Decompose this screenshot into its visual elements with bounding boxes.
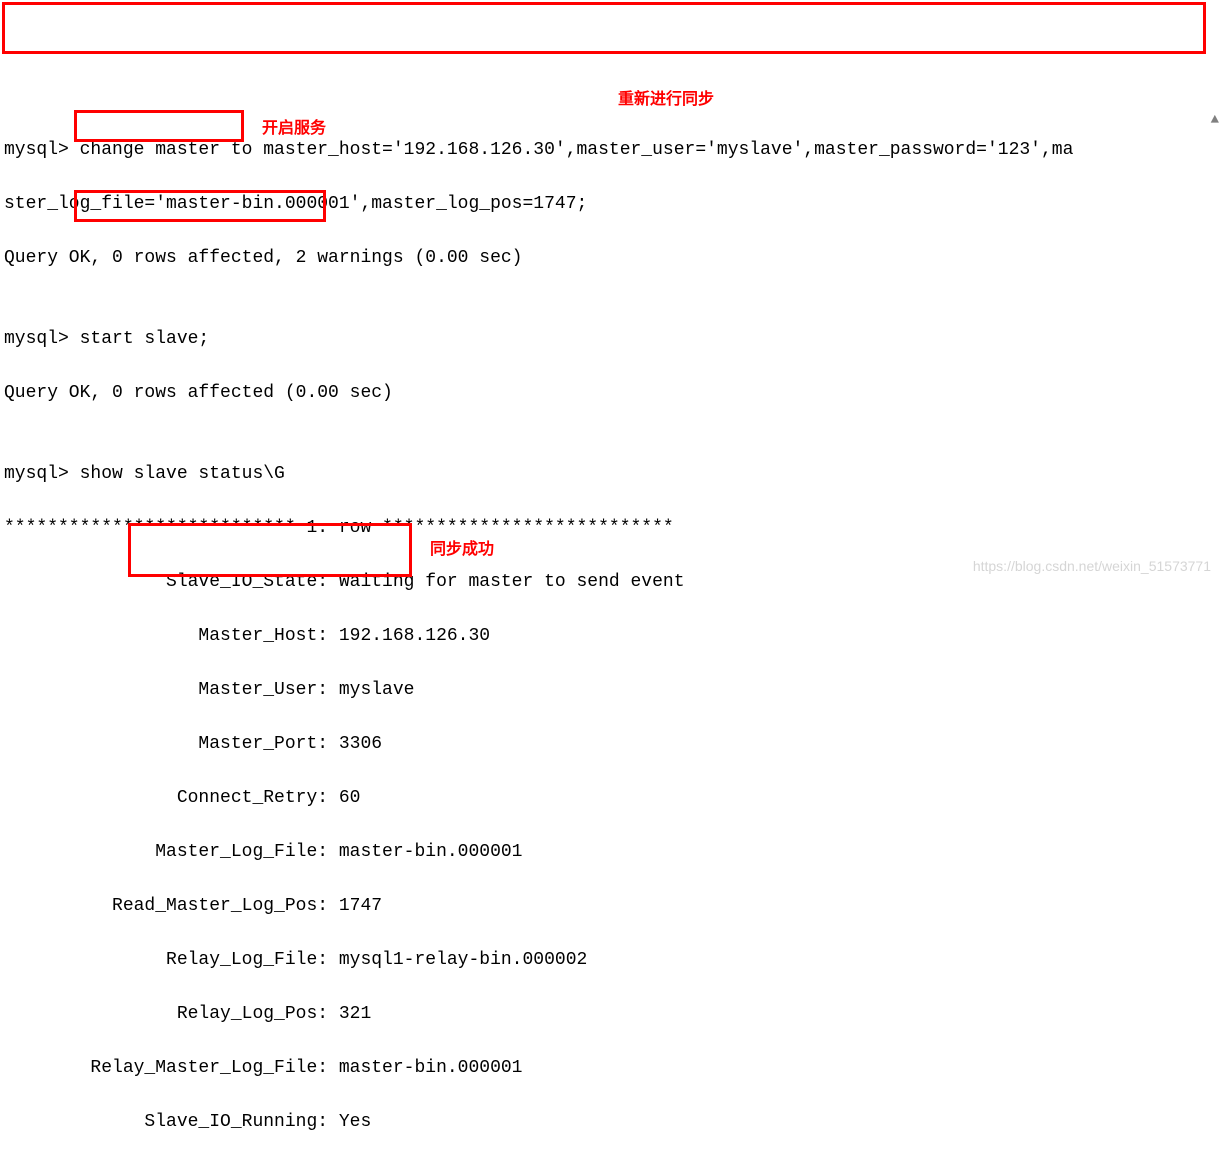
status-master-host: Master_Host: 192.168.126.30 xyxy=(4,623,1217,650)
cmd-change-master-line1: mysql> change master to master_host='192… xyxy=(4,137,1217,164)
result-change-master: Query OK, 0 rows affected, 2 warnings (0… xyxy=(4,245,1217,272)
result-start-slave: Query OK, 0 rows affected (0.00 sec) xyxy=(4,380,1217,407)
annotation-start-service: 开启服务 xyxy=(262,117,326,141)
status-connect-retry: Connect_Retry: 60 xyxy=(4,785,1217,812)
status-relay-log-file: Relay_Log_File: mysql1-relay-bin.000002 xyxy=(4,947,1217,974)
cmd-show-slave-status: mysql> show slave status\G xyxy=(4,461,1217,488)
status-relay-log-pos: Relay_Log_Pos: 321 xyxy=(4,1001,1217,1028)
highlight-box-change-master xyxy=(2,2,1206,54)
scroll-up-icon[interactable]: ▲ xyxy=(1211,110,1219,131)
annotation-sync-success: 同步成功 xyxy=(430,538,494,562)
status-relay-master-log-file: Relay_Master_Log_File: master-bin.000001 xyxy=(4,1055,1217,1082)
status-slave-sql-running: Slave_SQL_Running: Yes xyxy=(4,1163,1217,1166)
status-master-port: Master_Port: 3306 xyxy=(4,731,1217,758)
cmd-change-master-line2: ster_log_file='master-bin.000001',master… xyxy=(4,191,1217,218)
status-master-user: Master_User: myslave xyxy=(4,677,1217,704)
cmd-start-slave: mysql> start slave; xyxy=(4,326,1217,353)
terminal-output: mysql> change master to master_host='192… xyxy=(0,108,1221,1166)
status-master-log-file: Master_Log_File: master-bin.000001 xyxy=(4,839,1217,866)
status-read-master-log-pos: Read_Master_Log_Pos: 1747 xyxy=(4,893,1217,920)
annotation-resync: 重新进行同步 xyxy=(618,88,714,112)
row-separator: *************************** 1. row *****… xyxy=(4,515,1217,542)
status-slave-io-running: Slave_IO_Running: Yes xyxy=(4,1109,1217,1136)
watermark-text: https://blog.csdn.net/weixin_51573771 xyxy=(973,556,1211,577)
